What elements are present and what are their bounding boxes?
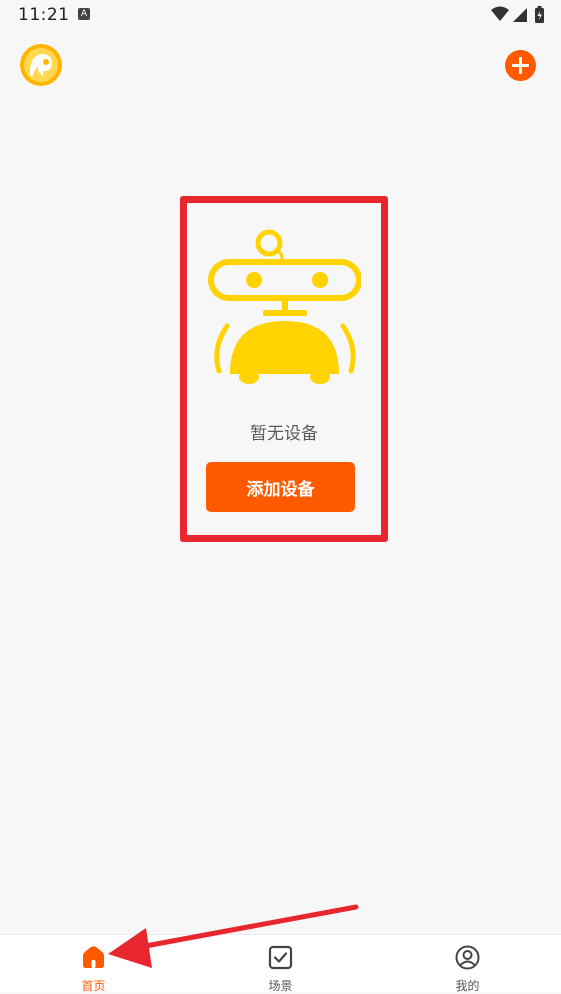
checkbox-icon	[268, 945, 293, 970]
add-device-button[interactable]: 添加设备	[206, 462, 355, 512]
home-icon	[83, 946, 104, 968]
profile-icon	[455, 945, 480, 970]
bottom-nav: 首页 场景 我的	[0, 934, 561, 993]
tab-home[interactable]: 首页	[0, 935, 187, 993]
tab-home-label: 首页	[81, 979, 106, 993]
app-logo-icon	[19, 43, 63, 87]
battery-icon	[535, 6, 544, 23]
signal-icon	[513, 8, 527, 22]
tab-scene[interactable]: 场景	[187, 935, 374, 993]
tab-profile-label: 我的	[455, 979, 480, 993]
empty-state-message: 暂无设备	[250, 424, 318, 444]
status-icons	[489, 5, 547, 25]
tab-profile[interactable]: 我的	[374, 935, 561, 993]
wifi-icon	[491, 6, 509, 21]
tab-scene-label: 场景	[268, 979, 293, 993]
robot-illustration	[208, 229, 361, 384]
status-time: 11:21	[18, 5, 70, 25]
empty-state-panel: 暂无设备 添加设备	[180, 196, 388, 542]
status-bar: 11:21 A	[0, 0, 561, 32]
add-device-plus-icon[interactable]	[505, 50, 536, 81]
a-letter-icon: A	[78, 8, 90, 20]
